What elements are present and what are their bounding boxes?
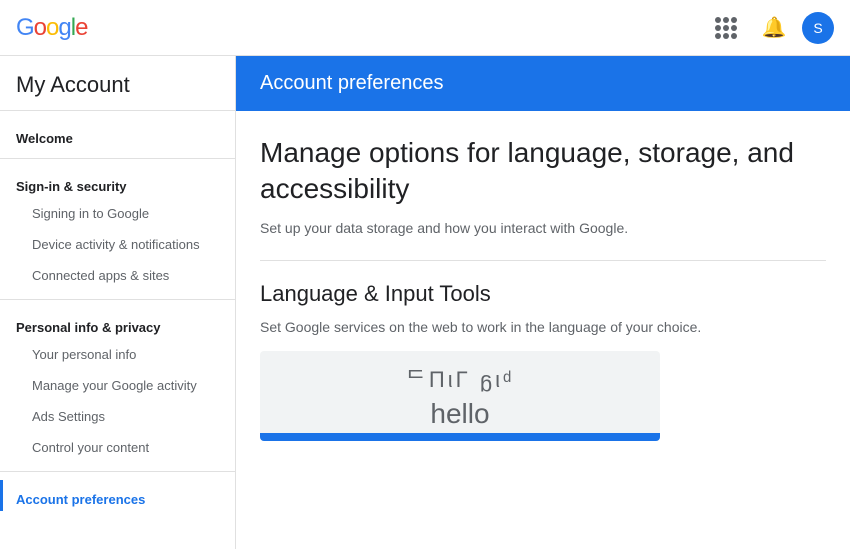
google-logo: Google <box>16 14 87 42</box>
bell-icon: 🔔 <box>762 15 787 40</box>
content-header-title: Account preferences <box>260 72 443 94</box>
sidebar-item-signing-in[interactable]: Signing in to Google <box>0 198 235 229</box>
main-heading: Manage options for language, storage, an… <box>260 135 826 208</box>
nav-divider-1 <box>0 158 235 159</box>
lang-heading: Language & Input Tools <box>260 281 826 307</box>
content-header: Account preferences <box>236 56 850 111</box>
lang-illustration: ᄃΠιΓ ᵷιᵈ hello <box>260 351 660 441</box>
lang-illustration-inner: ᄃΠιΓ ᵷιᵈ hello <box>260 351 660 441</box>
logo-o1: o <box>34 14 46 41</box>
logo-e: e <box>75 14 87 41</box>
content-body: Manage options for language, storage, an… <box>236 111 850 489</box>
sidebar-nav: Welcome Sign-in & security Signing in to… <box>0 111 235 519</box>
logo-g2: g <box>58 14 70 41</box>
sidebar-item-manage-activity[interactable]: Manage your Google activity <box>0 370 235 401</box>
language-section: Language & Input Tools Set Google servic… <box>260 281 826 441</box>
sidebar-item-device-activity[interactable]: Device activity & notifications <box>0 229 235 260</box>
sidebar-item-connected-apps[interactable]: Connected apps & sites <box>0 260 235 291</box>
section-divider <box>260 260 826 261</box>
sidebar-title: My Account <box>16 72 130 97</box>
sidebar-item-ads-settings[interactable]: Ads Settings <box>0 401 235 432</box>
intro-section: Manage options for language, storage, an… <box>260 135 826 236</box>
nav-divider-3 <box>0 471 235 472</box>
notifications-button[interactable]: 🔔 <box>754 8 794 48</box>
lang-bar <box>260 433 660 441</box>
sidebar-item-personal-info[interactable]: Personal info & privacy <box>0 308 235 339</box>
lang-subtext: Set Google services on the web to work i… <box>260 319 826 335</box>
logo-o2: o <box>46 14 58 41</box>
main-subtext: Set up your data storage and how you int… <box>260 220 826 236</box>
grid-icon <box>715 17 737 39</box>
sidebar-item-your-personal-info[interactable]: Your personal info <box>0 339 235 370</box>
sidebar-active-section: Account preferences <box>0 480 235 511</box>
header-icons: 🔔 S <box>706 8 834 48</box>
sidebar-item-account-preferences[interactable]: Account preferences <box>0 480 235 511</box>
sidebar: My Account Welcome Sign-in & security Si… <box>0 56 236 549</box>
apps-button[interactable] <box>706 8 746 48</box>
sidebar-header: My Account <box>0 56 235 111</box>
sidebar-item-welcome[interactable]: Welcome <box>0 119 235 150</box>
avatar[interactable]: S <box>802 12 834 44</box>
app-header: Google 🔔 S <box>0 0 850 56</box>
lang-script-text: ᄃΠιΓ ᵷιᵈ <box>406 362 515 394</box>
main-content: Account preferences Manage options for l… <box>236 56 850 549</box>
main-layout: My Account Welcome Sign-in & security Si… <box>0 56 850 549</box>
lang-hello-text: hello <box>430 398 489 430</box>
sidebar-item-sign-in[interactable]: Sign-in & security <box>0 167 235 198</box>
logo-g: G <box>16 14 34 41</box>
sidebar-item-control-content[interactable]: Control your content <box>0 432 235 463</box>
nav-divider-2 <box>0 299 235 300</box>
